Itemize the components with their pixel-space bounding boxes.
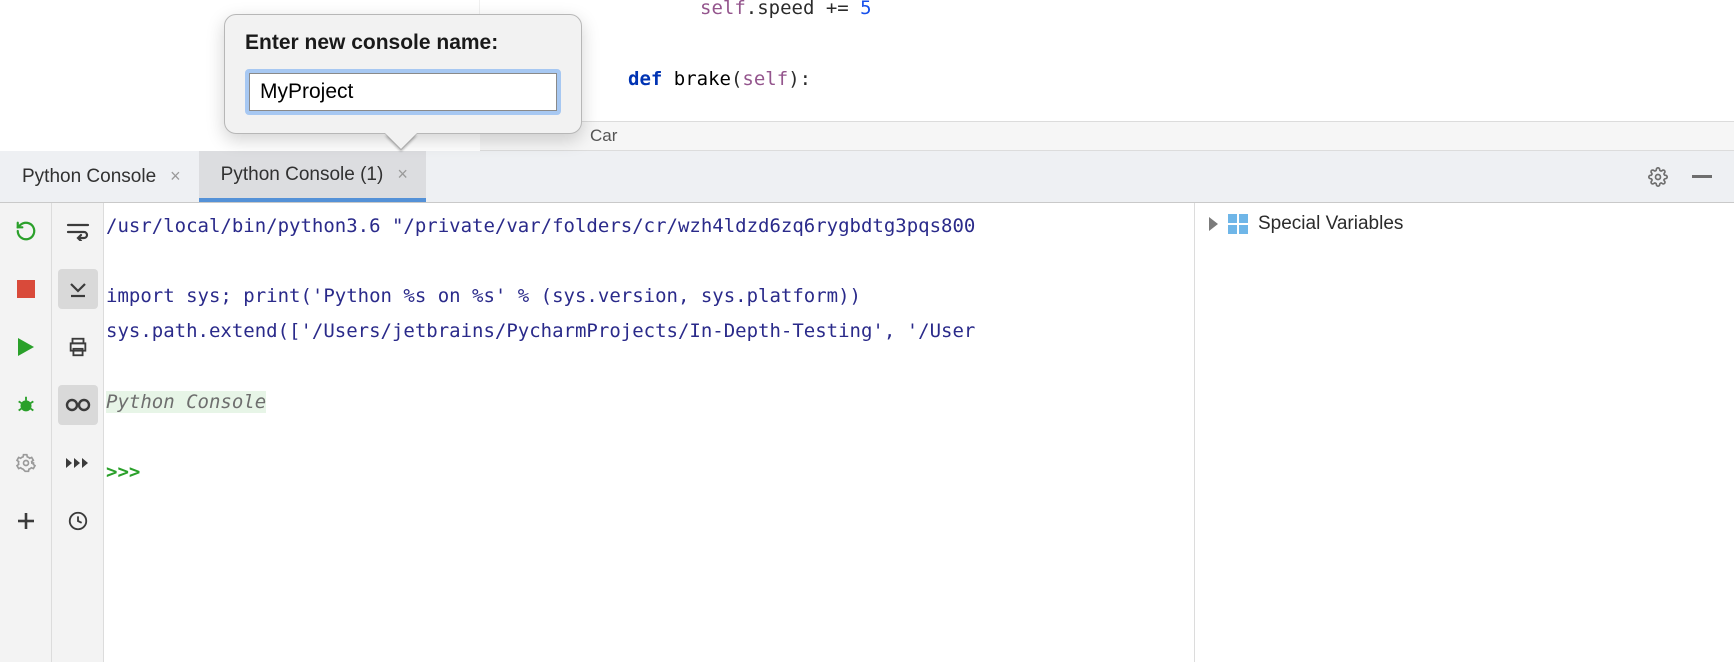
tab-label: Python Console (1) — [221, 164, 384, 186]
rerun-button[interactable] — [6, 211, 46, 251]
hide-icon[interactable] — [1690, 165, 1714, 189]
token-text: ( — [731, 68, 742, 90]
close-icon[interactable]: × — [393, 164, 412, 185]
console-tab-active[interactable]: Python Console (1) × — [199, 151, 426, 202]
rename-input-wrap — [245, 69, 561, 115]
breadcrumb-bar: Car — [480, 121, 1734, 151]
console-tab[interactable]: Python Console × — [0, 151, 199, 202]
expand-icon[interactable] — [1209, 217, 1218, 231]
rename-console-popup: Enter new console name: — [224, 14, 582, 134]
token-number: 5 — [860, 0, 871, 19]
tab-label: Python Console — [22, 166, 156, 188]
token-fn: brake — [662, 68, 731, 90]
output-line: import sys; print('Python %s on %s' % (s… — [106, 285, 861, 307]
console-toolbar-secondary — [52, 203, 104, 662]
code-line[interactable]: self.speed += 5 — [700, 0, 872, 19]
output-line: /usr/local/bin/python3.6 "/private/var/f… — [106, 215, 975, 237]
python-console-toolwindow: Python Console × Python Console (1) × — [0, 151, 1734, 662]
debug-button[interactable] — [6, 385, 46, 425]
settings-button[interactable] — [6, 443, 46, 483]
token-self: self — [742, 68, 788, 90]
show-variables-button[interactable] — [58, 385, 98, 425]
variables-label: Special Variables — [1258, 213, 1403, 235]
toolwindow-header-actions — [1646, 151, 1734, 202]
console-body: /usr/local/bin/python3.6 "/private/var/f… — [0, 203, 1734, 662]
console-output[interactable]: /usr/local/bin/python3.6 "/private/var/f… — [104, 203, 1194, 662]
show-command-queue-button[interactable] — [58, 443, 98, 483]
token-text: .speed += — [746, 0, 860, 19]
token-keyword: def — [628, 68, 662, 90]
stop-button[interactable] — [6, 269, 46, 309]
variables-group-icon — [1228, 214, 1248, 234]
token-text: ): — [788, 68, 811, 90]
rename-console-input[interactable] — [249, 73, 557, 111]
rename-popup-label: Enter new console name: — [245, 31, 561, 55]
close-icon[interactable]: × — [166, 166, 185, 187]
variables-node[interactable]: Special Variables — [1209, 213, 1720, 235]
console-banner: Python Console — [106, 391, 266, 413]
gear-icon[interactable] — [1646, 165, 1670, 189]
breadcrumb-item[interactable]: Car — [590, 126, 617, 146]
popup-tail — [385, 133, 417, 149]
execute-button[interactable] — [6, 327, 46, 367]
scroll-to-end-button[interactable] — [58, 269, 98, 309]
soft-wrap-button[interactable] — [58, 211, 98, 251]
output-line: sys.path.extend(['/Users/jetbrains/Pycha… — [106, 320, 975, 342]
new-console-button[interactable] — [6, 501, 46, 541]
console-prompt: >>> — [106, 461, 152, 483]
variables-panel: Special Variables — [1194, 203, 1734, 662]
console-tab-bar: Python Console × Python Console (1) × — [0, 151, 1734, 203]
token-self: self — [700, 0, 746, 19]
browse-history-button[interactable] — [58, 501, 98, 541]
console-toolbar-primary — [0, 203, 52, 662]
code-line[interactable]: def brake(self): — [628, 68, 811, 90]
print-button[interactable] — [58, 327, 98, 367]
